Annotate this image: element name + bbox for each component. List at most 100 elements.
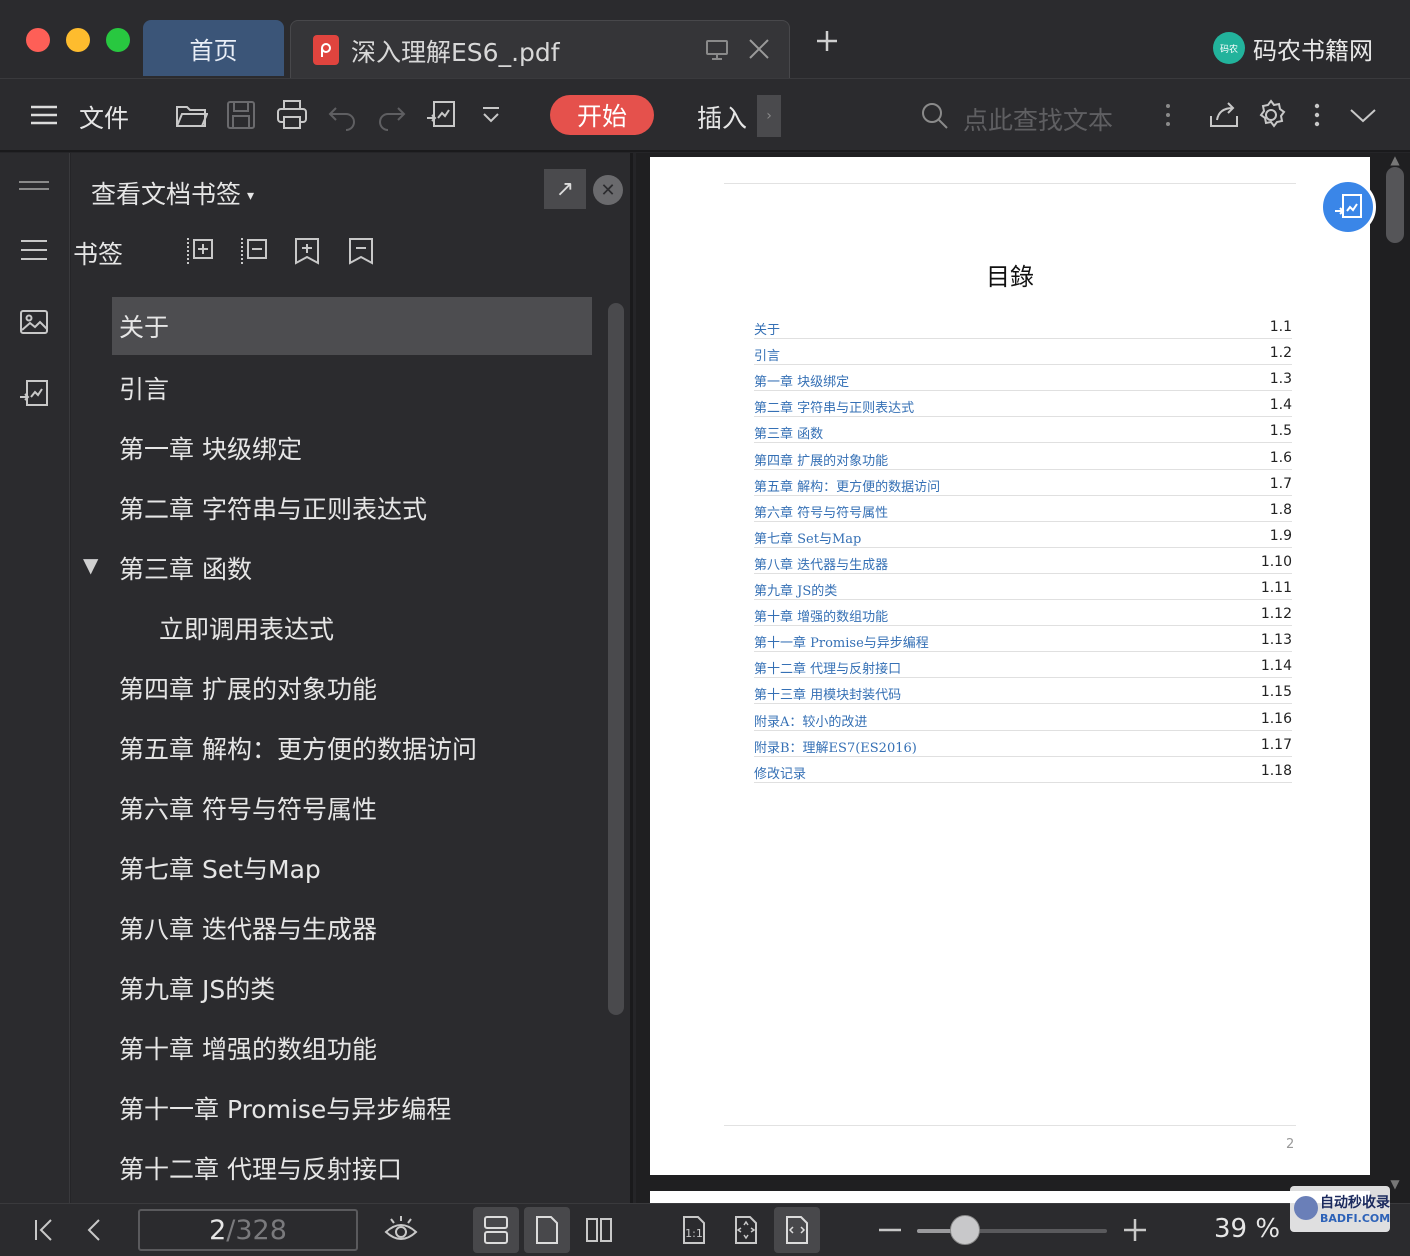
toc-row[interactable]: 第六章 符号与符号属性 1.8 (754, 498, 1292, 522)
bookmark-item[interactable]: 关于 (112, 297, 592, 355)
menu-icon[interactable] (26, 97, 62, 133)
bookmark-item[interactable]: 第五章 解构：更方便的数据访问 (112, 719, 592, 777)
add-bookmark-icon[interactable] (184, 236, 214, 266)
actual-size-icon[interactable]: 1:1 (676, 1212, 712, 1248)
scroll-down-arrow-icon[interactable]: ▼ (1388, 1177, 1402, 1191)
bookmark-item[interactable]: 第七章 Set与Map (112, 839, 592, 897)
eye-reading-mode-icon[interactable] (383, 1212, 419, 1248)
expand-bookmark-icon[interactable] (292, 236, 322, 266)
title-bar: 首页 深入理解ES6_.pdf 码农 码农书籍网 (0, 0, 1410, 78)
toc-row[interactable]: 附录A：较小的改进 1.16 (754, 707, 1292, 731)
tab-document[interactable]: 深入理解ES6_.pdf (290, 20, 790, 78)
toc-row[interactable]: 第十二章 代理与反射接口 1.14 (754, 654, 1292, 679)
zoom-slider[interactable] (917, 1229, 1107, 1233)
undo-icon[interactable] (325, 97, 361, 133)
toc-row[interactable]: 附录B：理解ES7(ES2016) 1.17 (754, 733, 1292, 757)
search-icon (922, 103, 948, 129)
document-viewer: 目錄 关于 1.1 引言 1.2 第一章 块级绑定 1.3 第二章 字符串与正则表达式 1.4… (636, 153, 1410, 1203)
redo-icon[interactable] (373, 97, 409, 133)
bookmark-view-title: 查看文档书签 (91, 180, 242, 209)
toc-row[interactable]: 第二章 字符串与正则表达式 1.4 (754, 393, 1292, 418)
first-page-icon[interactable] (26, 1212, 62, 1248)
tab-start[interactable]: 开始 (550, 95, 654, 135)
toc-row[interactable]: 第五章 解构：更方便的数据访问 1.7 (754, 472, 1292, 496)
footer-rule (724, 1125, 1296, 1126)
print-icon[interactable] (274, 97, 310, 133)
page-number-input[interactable]: 2/328 (138, 1209, 358, 1251)
svg-text:1:1: 1:1 (685, 1227, 703, 1240)
fit-page-icon[interactable] (728, 1212, 764, 1248)
bookmark-item[interactable]: 第三章 函数 (112, 539, 592, 597)
close-window-button[interactable] (26, 28, 50, 52)
bookmark-item[interactable]: 引言 (112, 359, 592, 417)
more-vertical-icon[interactable] (1150, 97, 1186, 133)
collapse-handle-icon[interactable] (17, 169, 51, 203)
zoom-level[interactable]: 39 % (1214, 1214, 1280, 1244)
floating-export-button[interactable] (1320, 179, 1376, 235)
open-folder-icon[interactable] (173, 97, 209, 133)
bookmark-item[interactable]: 第十章 增强的数组功能 (112, 1019, 592, 1077)
toc-row[interactable]: 第八章 迭代器与生成器 1.10 (754, 550, 1292, 574)
scroll-up-arrow-icon[interactable]: ▲ (1388, 153, 1402, 167)
export-panel-icon[interactable] (17, 377, 51, 411)
bookmark-item[interactable]: 第八章 迭代器与生成器 (112, 899, 592, 957)
monitor-icon[interactable] (705, 39, 729, 61)
save-icon[interactable] (223, 97, 259, 133)
expand-toggle-icon[interactable]: ▼ (83, 553, 98, 577)
bookmark-view-selector[interactable]: 查看文档书签 ▾ (91, 175, 254, 211)
bookmark-list-icon[interactable] (17, 233, 51, 267)
toc-row[interactable]: 第十一章 Promise与异步编程 1.13 (754, 628, 1292, 653)
chevron-down-icon[interactable] (1345, 97, 1381, 133)
toc-row[interactable]: 第九章 JS的类 1.11 (754, 576, 1292, 600)
bookmark-item-child[interactable]: 立即调用表达式 (112, 599, 592, 657)
zoom-out-icon[interactable] (872, 1212, 908, 1248)
more-tabs-button[interactable]: › (757, 95, 781, 137)
file-menu[interactable]: 文件 (79, 99, 129, 135)
toc-row[interactable]: 修改记录 1.18 (754, 759, 1292, 783)
toc-row[interactable]: 第十章 增强的数组功能 1.12 (754, 602, 1292, 627)
bookmark-item[interactable]: 第十二章 代理与反射接口 (112, 1139, 592, 1197)
tab-close-icon[interactable] (746, 37, 772, 63)
toc-entry-title: 第六章 符号与符号属性 (754, 505, 889, 521)
bookmark-item[interactable]: 第六章 符号与符号属性 (112, 779, 592, 837)
toc-row[interactable]: 关于 1.1 (754, 315, 1292, 339)
toc-row[interactable]: 引言 1.2 (754, 341, 1292, 366)
zoom-window-button[interactable] (106, 28, 130, 52)
settings-gear-icon[interactable] (1253, 97, 1289, 133)
share-icon[interactable] (1206, 97, 1242, 133)
export-image-icon[interactable] (423, 97, 459, 133)
new-tab-icon[interactable] (812, 28, 842, 58)
status-bar: 2/328 1:1 39 % (0, 1203, 1410, 1256)
toc-row[interactable]: 第一章 块级绑定 1.3 (754, 367, 1292, 392)
continuous-scroll-icon[interactable] (473, 1207, 519, 1253)
remove-bookmark-icon[interactable] (238, 236, 268, 266)
previous-page-icon[interactable] (76, 1212, 112, 1248)
bookmark-item[interactable]: 第二章 字符串与正则表达式 (112, 479, 592, 537)
document-scrollbar[interactable] (1386, 167, 1404, 243)
search-field[interactable]: 点此查找文本 (918, 95, 1148, 135)
pop-out-panel-button[interactable]: ↗ (544, 169, 586, 209)
bookmark-scrollbar[interactable] (608, 303, 624, 1015)
minimize-window-button[interactable] (66, 28, 90, 52)
toc-entry-number: 1.4 (1269, 397, 1292, 414)
toc-row[interactable]: 第三章 函数 1.5 (754, 419, 1292, 444)
bookmark-item[interactable]: 第十一章 Promise与异步编程 (112, 1079, 592, 1137)
bookmark-item[interactable]: 第四章 扩展的对象功能 (112, 659, 592, 717)
thumbnail-image-icon[interactable] (17, 305, 51, 339)
two-page-icon[interactable] (581, 1212, 617, 1248)
fit-width-icon[interactable] (774, 1207, 820, 1253)
bookmark-item[interactable]: 第一章 块级绑定 (112, 419, 592, 477)
collapse-bookmark-icon[interactable] (346, 236, 376, 266)
single-page-icon[interactable] (524, 1207, 570, 1253)
tab-insert[interactable]: 插入 (697, 99, 747, 135)
zoom-slider-thumb[interactable] (949, 1215, 980, 1245)
bookmark-item[interactable]: 第九章 JS的类 (112, 959, 592, 1017)
close-panel-button[interactable]: ✕ (593, 175, 623, 205)
more-options-icon[interactable] (1299, 97, 1335, 133)
toc-row[interactable]: 第十三章 用模块封装代码 1.15 (754, 680, 1292, 705)
toc-row[interactable]: 第四章 扩展的对象功能 1.6 (754, 446, 1292, 470)
dropdown-more-icon[interactable] (473, 97, 509, 133)
tab-home[interactable]: 首页 (143, 20, 284, 76)
zoom-in-icon[interactable] (1117, 1212, 1153, 1248)
toc-row[interactable]: 第七章 Set与Map 1.9 (754, 524, 1292, 548)
